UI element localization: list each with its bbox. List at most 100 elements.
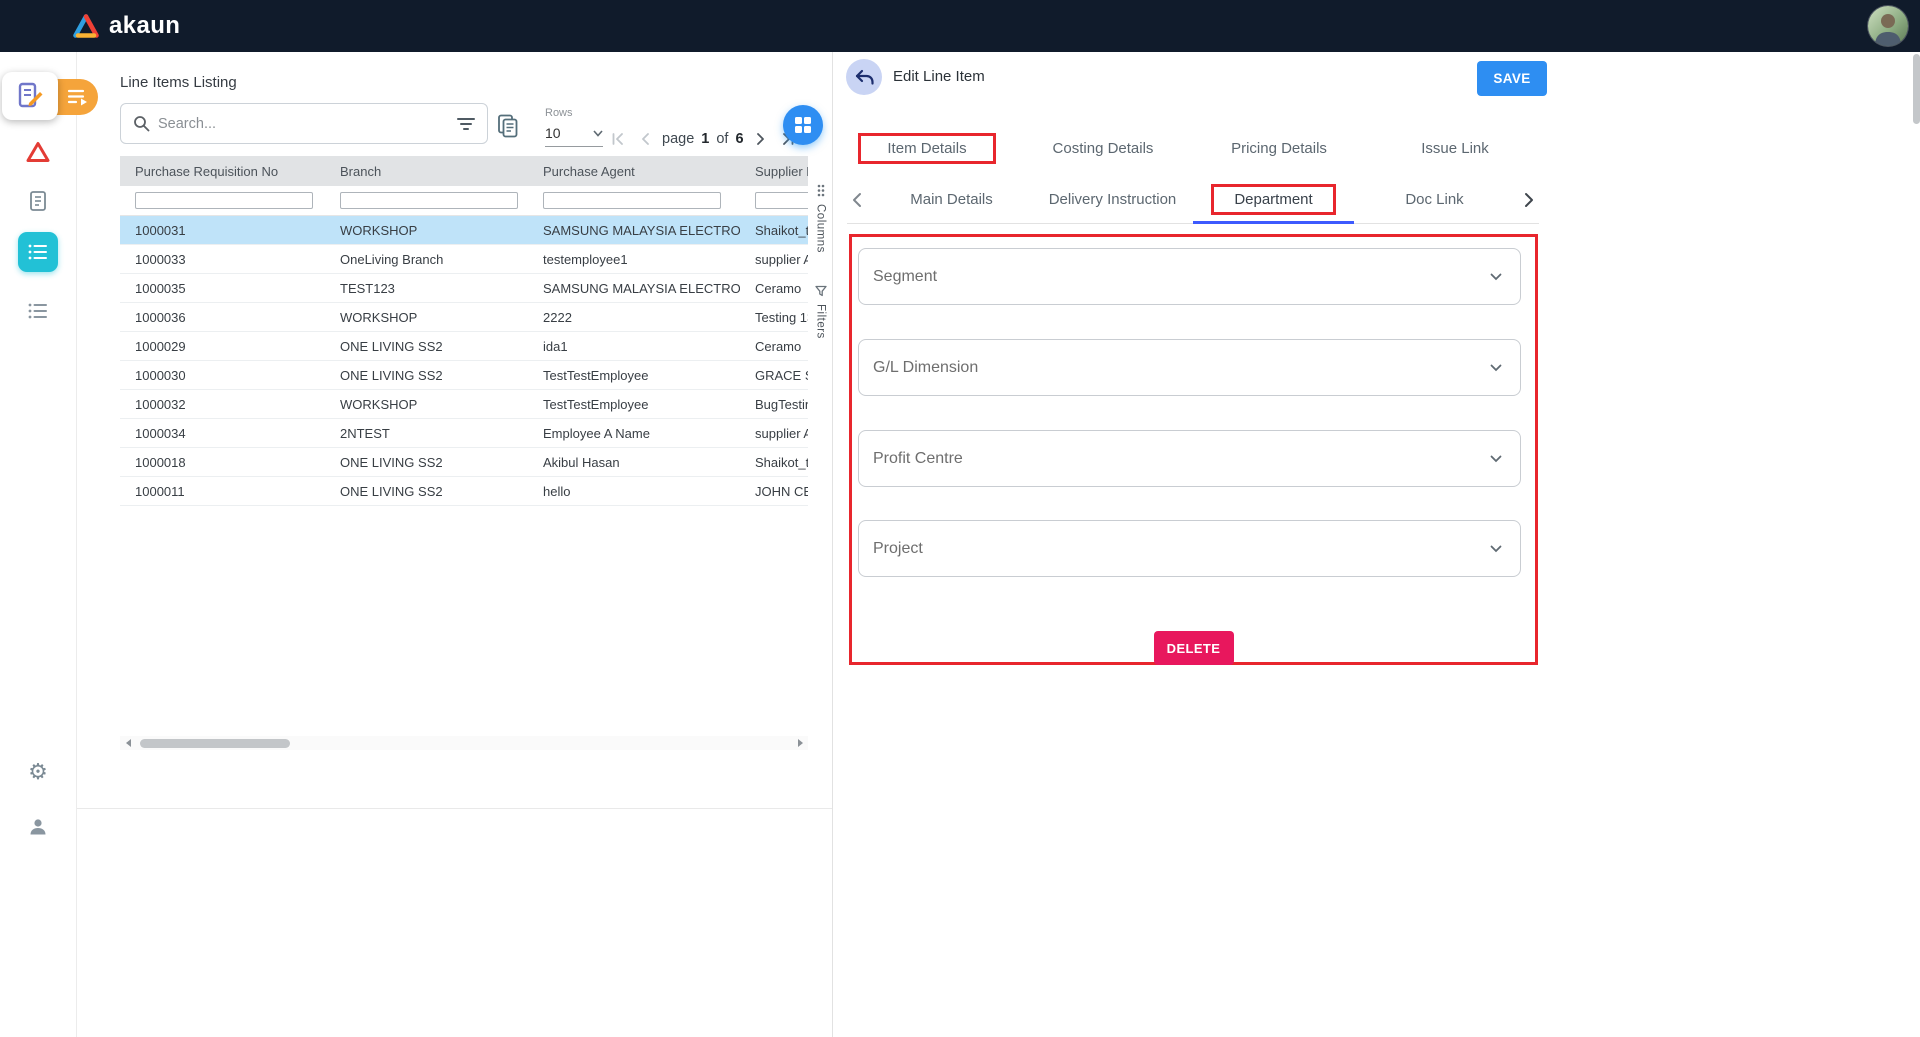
- copy-button[interactable]: [495, 113, 521, 139]
- apps-button[interactable]: [783, 105, 823, 145]
- table-cell: Shaikot_tes: [740, 223, 808, 238]
- main-tabs: Item Details Costing Details Pricing Det…: [839, 130, 1543, 166]
- column-filter-input[interactable]: [340, 192, 518, 209]
- column-header[interactable]: Supplier Name: [740, 164, 808, 179]
- table-cell: 1000035: [120, 281, 325, 296]
- chevron-right-icon: [756, 133, 766, 145]
- scroll-left-button[interactable]: [120, 736, 135, 750]
- chevron-left-icon: [852, 192, 862, 208]
- save-button[interactable]: SAVE: [1477, 61, 1547, 96]
- profit-centre-select[interactable]: Profit Centre: [858, 430, 1521, 487]
- table-header-row: Purchase Requisition No Branch Purchase …: [120, 156, 808, 186]
- column-filter-input[interactable]: [755, 192, 808, 209]
- tab-label: Pricing Details: [1231, 140, 1327, 157]
- collapsed-panels-strip: Columns Filters: [810, 156, 831, 347]
- table-row[interactable]: 1000031WORKSHOPSAMSUNG MALAYSIA ELECTRO.…: [120, 216, 808, 245]
- column-header[interactable]: Purchase Requisition No: [120, 164, 325, 179]
- sidebar-item-line-items[interactable]: [18, 232, 58, 272]
- table-row[interactable]: 1000011ONE LIVING SS2helloJOHN CENA: [120, 477, 808, 506]
- line-items-panel: Line Items Listing Rows 10: [77, 52, 832, 1037]
- prev-page-button[interactable]: [635, 128, 655, 150]
- filters-panel-tab[interactable]: Filters: [810, 277, 831, 347]
- account-button[interactable]: [25, 814, 51, 840]
- table-cell: supplier AA: [740, 252, 808, 267]
- brand-logo[interactable]: akaun: [72, 12, 180, 40]
- brand-triangle-icon: [72, 13, 100, 39]
- column-header[interactable]: Purchase Agent: [528, 164, 740, 179]
- table-row[interactable]: 1000036WORKSHOP2222Testing 133: [120, 303, 808, 332]
- column-filter-input[interactable]: [135, 192, 313, 209]
- project-select[interactable]: Project: [858, 520, 1521, 577]
- column-header[interactable]: Branch: [325, 164, 528, 179]
- search-input[interactable]: [158, 116, 449, 132]
- tab-issue-link[interactable]: Issue Link: [1367, 130, 1543, 166]
- back-button[interactable]: [846, 59, 882, 95]
- sidebar-item-listing[interactable]: [25, 300, 51, 322]
- subtab-department[interactable]: Department: [1193, 176, 1354, 223]
- tab-label: Issue Link: [1421, 140, 1489, 157]
- subtab-doc-link[interactable]: Doc Link: [1354, 176, 1515, 223]
- table-cell: 1000033: [120, 252, 325, 267]
- tab-pricing-details[interactable]: Pricing Details: [1191, 130, 1367, 166]
- subtabs-scroll-right-button[interactable]: [1519, 189, 1539, 211]
- table-row[interactable]: 10000342NTESTEmployee A Namesupplier AA: [120, 419, 808, 448]
- chevron-down-icon: [1490, 545, 1502, 553]
- rows-per-page-value: 10: [545, 125, 561, 141]
- table-row[interactable]: 1000029ONE LIVING SS2ida1Ceramo: [120, 332, 808, 361]
- subtabs-scroll-left-button[interactable]: [847, 189, 867, 211]
- list-icon: [28, 244, 48, 260]
- tab-label: Item Details: [858, 133, 995, 164]
- table-cell: GRACE SUF: [740, 368, 808, 383]
- table-row[interactable]: 1000018ONE LIVING SS2Akibul HasanShaikot…: [120, 448, 808, 477]
- edit-note-icon: [15, 81, 45, 111]
- scrollbar-track[interactable]: [135, 736, 793, 750]
- horizontal-scrollbar[interactable]: [120, 736, 808, 750]
- user-avatar[interactable]: [1868, 6, 1908, 46]
- segment-select[interactable]: Segment: [858, 248, 1521, 305]
- subtab-main-details[interactable]: Main Details: [871, 176, 1032, 223]
- search-icon: [133, 115, 150, 132]
- panel-title: Edit Line Item: [893, 68, 985, 85]
- edit-note-button[interactable]: [2, 72, 58, 120]
- column-filter-input[interactable]: [543, 192, 721, 209]
- rows-label: Rows: [545, 107, 603, 119]
- table-cell: testemployee1: [528, 252, 740, 267]
- table-cell: 2222: [528, 310, 740, 325]
- sidebar-item-document[interactable]: [25, 188, 51, 214]
- red-triangle-icon: [26, 141, 50, 163]
- delete-button[interactable]: DELETE: [1154, 631, 1234, 665]
- settings-button[interactable]: ⚙: [24, 758, 52, 786]
- table-row[interactable]: 1000035TEST123SAMSUNG MALAYSIA ELECTRO..…: [120, 274, 808, 303]
- gl-dimension-select[interactable]: G/L Dimension: [858, 339, 1521, 396]
- funnel-icon: [815, 285, 827, 297]
- table-cell: 1000034: [120, 426, 325, 441]
- columns-panel-tab[interactable]: Columns: [810, 176, 831, 261]
- filter-icon[interactable]: [457, 117, 475, 131]
- table-cell: WORKSHOP: [325, 223, 528, 238]
- first-page-button[interactable]: [608, 128, 628, 150]
- chevron-down-icon: [1490, 273, 1502, 281]
- table-cell: ONE LIVING SS2: [325, 455, 528, 470]
- subtab-label: Doc Link: [1405, 191, 1463, 208]
- vertical-scrollbar[interactable]: [1913, 52, 1920, 1037]
- scrollbar-thumb[interactable]: [1913, 54, 1920, 124]
- next-page-button[interactable]: [751, 128, 771, 150]
- table-row[interactable]: 1000033OneLiving Branchtestemployee1supp…: [120, 245, 808, 274]
- triangle-left-icon: [124, 738, 132, 748]
- table-cell: SAMSUNG MALAYSIA ELECTRO...: [528, 223, 740, 238]
- topbar: akaun: [0, 0, 1920, 52]
- triangle-right-icon: [797, 738, 805, 748]
- scrollbar-thumb[interactable]: [140, 739, 290, 748]
- sub-tabs: Main Details Delivery Instruction Depart…: [847, 176, 1539, 224]
- tab-item-details[interactable]: Item Details: [839, 130, 1015, 166]
- page-word: page: [662, 131, 694, 147]
- subtab-delivery-instruction[interactable]: Delivery Instruction: [1032, 176, 1193, 223]
- tab-costing-details[interactable]: Costing Details: [1015, 130, 1191, 166]
- rows-per-page-select[interactable]: Rows 10: [545, 107, 603, 147]
- table-row[interactable]: 1000032WORKSHOPTestTestEmployeeBugTestin…: [120, 390, 808, 419]
- scroll-right-button[interactable]: [793, 736, 808, 750]
- table-row[interactable]: 1000030ONE LIVING SS2TestTestEmployeeGRA…: [120, 361, 808, 390]
- table-cell: Ceramo: [740, 339, 808, 354]
- table-cell: 1000032: [120, 397, 325, 412]
- sidebar-item-app[interactable]: [24, 139, 52, 165]
